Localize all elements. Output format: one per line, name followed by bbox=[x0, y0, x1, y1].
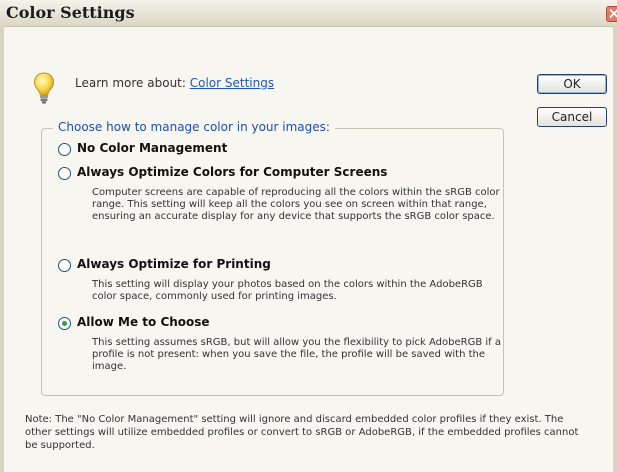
option-label-optimize-printing[interactable]: Always Optimize for Printing bbox=[77, 257, 271, 271]
close-icon[interactable] bbox=[606, 6, 617, 22]
option-description-optimize-screens: Computer screens are capable of reproduc… bbox=[92, 187, 500, 222]
title-bar[interactable]: Color Settings bbox=[0, 0, 617, 27]
option-label-no-color-management[interactable]: No Color Management bbox=[77, 141, 227, 155]
note-text: Note: The "No Color Management" setting … bbox=[25, 414, 579, 451]
radio-optimize-screens[interactable] bbox=[58, 167, 71, 180]
option-description-allow-me-to-choose: This setting assumes sRGB, but will allo… bbox=[92, 337, 501, 372]
color-settings-help-link[interactable]: Color Settings bbox=[190, 76, 274, 90]
lightbulb-icon bbox=[33, 72, 55, 104]
radio-allow-me-to-choose[interactable] bbox=[58, 317, 71, 330]
option-description-optimize-printing: This setting will display your photos ba… bbox=[92, 279, 483, 302]
learn-more-text: Learn more about: Color Settings bbox=[75, 76, 274, 90]
ok-button[interactable]: OK bbox=[537, 74, 607, 94]
radio-no-color-management[interactable] bbox=[58, 143, 71, 156]
dialog-content: Learn more about: Color Settings OK Canc… bbox=[4, 27, 613, 472]
dialog-title: Color Settings bbox=[6, 3, 135, 22]
group-legend: Choose how to manage color in your image… bbox=[53, 120, 335, 134]
option-label-allow-me-to-choose[interactable]: Allow Me to Choose bbox=[77, 315, 210, 329]
learn-more-prefix: Learn more about: bbox=[75, 76, 190, 90]
window-frame-right bbox=[613, 26, 617, 472]
cancel-button[interactable]: Cancel bbox=[537, 107, 607, 127]
radio-optimize-printing[interactable] bbox=[58, 259, 71, 272]
option-label-optimize-screens[interactable]: Always Optimize Colors for Computer Scre… bbox=[77, 165, 387, 179]
